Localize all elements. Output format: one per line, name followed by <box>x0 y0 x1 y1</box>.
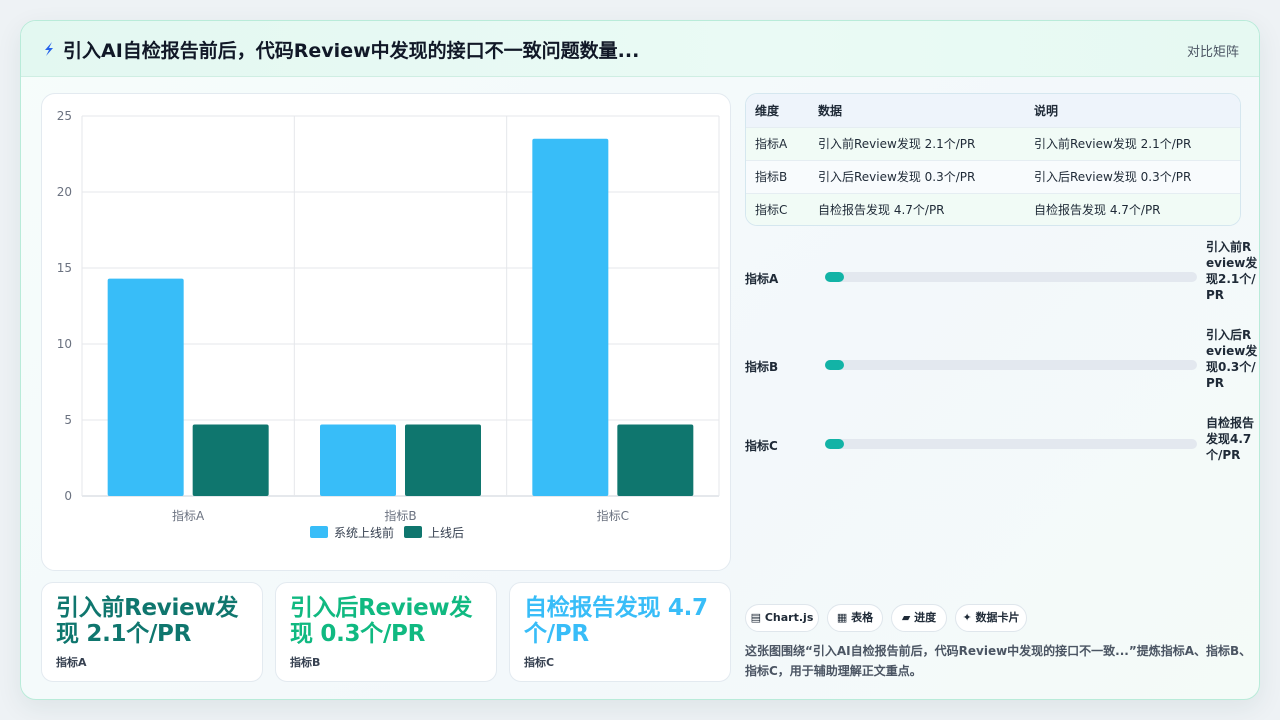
table-cell: 自检报告发现 4.7个/PR <box>1025 192 1240 225</box>
chip-label: 表格 <box>851 611 874 624</box>
progress-track <box>825 439 1197 449</box>
y-tick-label: 5 <box>64 413 72 427</box>
summary-text: 这张图围绕“引入AI自检报告前后，代码Review中发现的接口不一致...”提炼… <box>745 644 1252 678</box>
table-row: 指标C 自检报告发现 4.7个/PR 自检报告发现 4.7个/PR <box>746 192 1240 225</box>
legend-swatch <box>310 526 328 538</box>
table-cell: 引入前Review发现 2.1个/PR <box>1025 126 1240 160</box>
chip-label: 进度 <box>914 611 937 624</box>
table-cell: 引入后Review发现 0.3个/PR <box>809 159 1025 193</box>
progress-track <box>825 272 1197 282</box>
progress-value: 引入后Review发现0.3个/PR <box>1206 328 1258 390</box>
progress-track <box>825 360 1197 370</box>
kpi-card-b: 引入后Review发现 0.3个/PR 指标B <box>275 582 497 682</box>
sparkle-icon: ✦ <box>962 611 972 624</box>
y-tick-label: 10 <box>57 337 72 351</box>
progress-label: 指标B <box>745 360 779 374</box>
y-tick-label: 0 <box>64 489 72 503</box>
bar-before <box>320 424 396 496</box>
table-row: 指标B 引入后Review发现 0.3个/PR 引入后Review发现 0.3个… <box>746 159 1240 193</box>
progress-label: 指标A <box>745 272 779 286</box>
table-cell: 指标B <box>746 159 809 193</box>
bar-before <box>532 138 609 497</box>
legend-label: 系统上线前 <box>334 525 394 540</box>
table-row: 指标A 引入前Review发现 2.1个/PR 引入前Review发现 2.1个… <box>746 126 1240 160</box>
chip-data-card[interactable]: ✦ 数据卡片 <box>955 604 1027 632</box>
y-tick-label: 25 <box>57 109 72 123</box>
chip-table[interactable]: ▦ 表格 <box>827 604 883 632</box>
progress-fill <box>825 439 844 449</box>
y-tick-label: 15 <box>57 261 72 275</box>
lightning-icon <box>45 42 53 56</box>
bar-after <box>192 424 269 496</box>
table-header-cell: 维度 <box>746 94 809 127</box>
kpi-label: 指标B <box>290 656 321 669</box>
progress-fill <box>825 272 844 282</box>
table-icon: ▦ <box>836 611 848 624</box>
x-tick-label: 指标C <box>597 508 629 523</box>
chip-label: 数据卡片 <box>975 611 1020 624</box>
dashboard-frame: 引入AI自检报告前后，代码Review中发现的接口不一致问题数量... 对比矩阵… <box>20 20 1260 700</box>
header: 引入AI自检报告前后，代码Review中发现的接口不一致问题数量... 对比矩阵 <box>21 21 1259 77</box>
y-tick-label: 20 <box>57 185 72 199</box>
legend-label: 上线后 <box>428 526 464 540</box>
table-cell: 引入前Review发现 2.1个/PR <box>809 126 1025 160</box>
legend-swatch <box>404 526 422 538</box>
kpi-value: 自检报告发现 4.7个/PR <box>524 595 708 647</box>
progress-label: 指标C <box>745 439 778 453</box>
kpi-card-c: 自检报告发现 4.7个/PR 指标C <box>509 582 731 682</box>
kpi-label: 指标C <box>524 656 555 669</box>
chip-progress[interactable]: ▰ 进度 <box>891 604 947 632</box>
table-cell: 自检报告发现 4.7个/PR <box>809 192 1025 225</box>
comparison-table: 维度 数据 说明 指标A 引入前Review发现 2.1个/PR 引入前Revi… <box>745 93 1241 226</box>
table-cell: 指标A <box>746 126 809 160</box>
kpi-card-a: 引入前Review发现 2.1个/PR 指标A <box>41 582 263 682</box>
bar-chart-card: 0 5 10 15 20 25 指标A 指标B 指标C 系统上线前 上线后 <box>41 93 731 571</box>
progress-fill <box>825 360 844 370</box>
x-tick-label: 指标A <box>172 508 205 523</box>
table-header-cell: 数据 <box>809 94 1025 127</box>
bar-after <box>405 424 481 496</box>
bar-chart: 0 5 10 15 20 25 指标A 指标B 指标C 系统上线前 上线后 <box>57 109 720 540</box>
progress-value: 引入前Review发现2.1个/PR <box>1206 240 1258 302</box>
kpi-value: 引入前Review发现 2.1个/PR <box>56 595 239 647</box>
progress-value: 自检报告发现4.7个/PR <box>1206 416 1255 462</box>
chip-label: Chart.js <box>764 611 814 624</box>
table-header-row: 维度 数据 说明 <box>746 94 1240 127</box>
page-title: 引入AI自检报告前后，代码Review中发现的接口不一致问题数量... <box>63 40 640 62</box>
chip-chartjs[interactable]: ▤ Chart.js <box>745 604 819 632</box>
progress-icon: ▰ <box>901 611 911 624</box>
chart-icon: ▤ <box>750 611 762 624</box>
bar-before <box>107 278 184 496</box>
table-cell: 指标C <box>746 192 809 225</box>
bar-after <box>617 424 694 496</box>
kpi-value: 引入后Review发现 0.3个/PR <box>290 595 473 647</box>
table-cell: 引入后Review发现 0.3个/PR <box>1025 159 1240 193</box>
kpi-label: 指标A <box>56 656 87 669</box>
x-tick-label: 指标B <box>384 508 416 523</box>
table-header-cell: 说明 <box>1025 94 1240 127</box>
view-mode-label[interactable]: 对比矩阵 <box>1187 41 1239 60</box>
